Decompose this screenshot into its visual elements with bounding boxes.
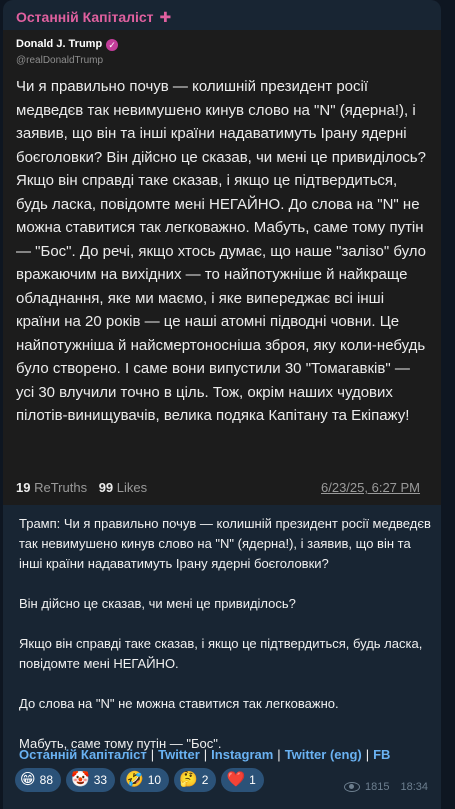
reaction-heart[interactable]: ❤️ 1 xyxy=(221,768,264,792)
link-twitter-eng[interactable]: Twitter (eng) xyxy=(285,747,362,762)
reactions-bar: 😁 88 🤡 33 🤣 10 🤔 2 ❤️ 1 xyxy=(15,768,264,792)
channel-name[interactable]: Останній Капіталіст ✚ xyxy=(16,9,171,26)
link-separator: | xyxy=(150,747,155,762)
likes-count: 99 xyxy=(98,480,114,495)
heart-icon: ❤️ xyxy=(226,771,246,788)
translation-text: Трамп: Чи я правильно почув — колишній п… xyxy=(19,516,431,751)
link-instagram[interactable]: Instagram xyxy=(211,747,273,762)
reaction-thinking[interactable]: 🤔 2 xyxy=(174,768,217,792)
reaction-count: 88 xyxy=(39,773,53,787)
retruths-count: 19 xyxy=(16,480,31,495)
plus-icon: ✚ xyxy=(159,9,172,25)
retruths-label: ReTruths xyxy=(34,480,88,495)
post-stats: 19 ReTruths 99 Likes xyxy=(16,480,147,495)
link-channel[interactable]: Останній Капіталіст xyxy=(19,747,147,762)
thinking-icon: 🤔 xyxy=(179,771,198,788)
post-text: Чи я правильно почув — колишній президен… xyxy=(16,78,431,424)
likes-label: Likes xyxy=(116,480,148,495)
link-separator: | xyxy=(203,747,208,762)
reaction-count: 2 xyxy=(201,773,209,787)
reaction-clown[interactable]: 🤡 33 xyxy=(66,768,116,792)
link-separator: | xyxy=(277,747,281,762)
verified-icon: ✓ xyxy=(106,39,119,51)
post-author: Donald J. Trump ✓ xyxy=(16,38,119,51)
reaction-count: 1 xyxy=(249,773,256,787)
message-meta: 1815 18:34 xyxy=(344,781,428,793)
link-fb[interactable]: FB xyxy=(373,747,390,762)
rofl-icon: 🤣 xyxy=(125,771,144,788)
message-time: 18:34 xyxy=(400,781,429,793)
link-twitter[interactable]: Twitter xyxy=(158,747,200,762)
grin-icon: 😁 xyxy=(20,771,36,788)
reaction-count: 33 xyxy=(93,773,108,787)
channel-links: Останній Капіталіст | Twitter | Instagram | Tw… xyxy=(19,747,390,762)
clown-icon: 🤡 xyxy=(71,771,90,788)
channel-name-label: Останній Капіталіст xyxy=(16,9,154,25)
reaction-count: 10 xyxy=(147,773,162,787)
eye-icon xyxy=(344,782,360,792)
author-name: Donald J. Trump xyxy=(16,38,103,50)
views-count: 1815 xyxy=(365,781,390,793)
reaction-rofl[interactable]: 🤣 10 xyxy=(120,768,170,792)
author-handle: @realDonaldTrump xyxy=(16,55,104,66)
reaction-grin[interactable]: 😁 88 xyxy=(15,768,61,792)
link-separator: | xyxy=(365,747,370,762)
post-date: 6/23/25, 6:27 PM xyxy=(321,480,421,495)
